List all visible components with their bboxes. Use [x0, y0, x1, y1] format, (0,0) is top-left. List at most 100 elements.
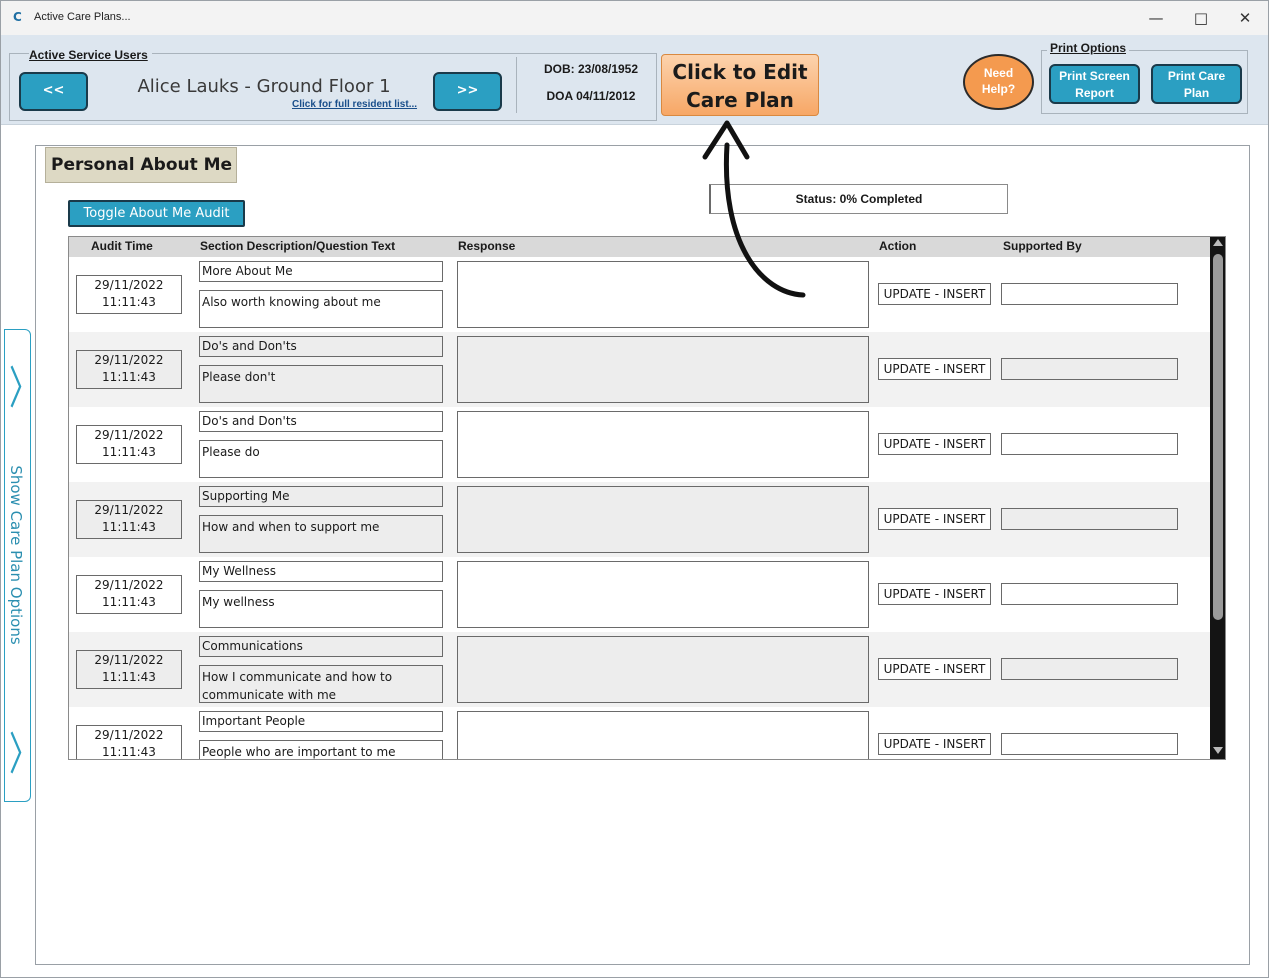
need-help-label-1: Need — [983, 66, 1014, 80]
audit-time-field: 29/11/2022 11:11:43 — [76, 650, 182, 689]
need-help-button[interactable]: Need Help? — [963, 54, 1034, 110]
grid-rows: 29/11/2022 11:11:43 More About Me Also wo… — [69, 257, 1210, 759]
edit-care-plan-button[interactable]: Click to Edit Care Plan — [661, 54, 819, 116]
audit-date: 29/11/2022 — [94, 653, 164, 667]
response-input[interactable] — [457, 711, 869, 759]
audit-date: 29/11/2022 — [94, 353, 164, 367]
col-response: Response — [458, 239, 516, 253]
action-field: UPDATE - INSERT — [878, 733, 991, 755]
section-description: Do's and Don'ts — [199, 336, 443, 357]
question-text: My wellness — [199, 590, 443, 628]
section-description: More About Me — [199, 261, 443, 282]
response-input[interactable] — [457, 636, 869, 703]
question-text: How and when to support me — [199, 515, 443, 553]
need-help-label-2: Help? — [981, 82, 1016, 96]
question-text: People who are important to me — [199, 740, 443, 759]
question-text: Please do — [199, 440, 443, 478]
audit-clock: 11:11:43 — [102, 670, 156, 684]
table-row: 29/11/2022 11:11:43 Important People Peop… — [69, 707, 1210, 759]
annotation-arrow-icon — [702, 120, 806, 298]
table-row: 29/11/2022 11:11:43 More About Me Also wo… — [69, 257, 1210, 332]
section-title: Personal About Me — [45, 147, 237, 183]
scroll-down-icon[interactable] — [1213, 747, 1223, 754]
action-field: UPDATE - INSERT — [878, 658, 991, 680]
date-of-birth: DOB: 23/08/1952 — [543, 62, 639, 76]
next-resident-button[interactable]: >> — [433, 72, 502, 111]
window-title: Active Care Plans... — [34, 11, 131, 23]
section-description: Communications — [199, 636, 443, 657]
audit-date: 29/11/2022 — [94, 728, 164, 742]
response-input[interactable] — [457, 486, 869, 553]
audit-clock: 11:11:43 — [102, 745, 156, 759]
audit-time-field: 29/11/2022 11:11:43 — [76, 725, 182, 759]
action-field: UPDATE - INSERT — [878, 508, 991, 530]
question-text: Also worth knowing about me — [199, 290, 443, 328]
print-screen-label-2: Report — [1075, 86, 1114, 100]
print-care-label-1: Print Care — [1167, 69, 1226, 83]
table-row: 29/11/2022 11:11:43 My Wellness My wellne… — [69, 557, 1210, 632]
print-care-plan-button[interactable]: Print Care Plan — [1151, 64, 1242, 104]
supported-by-input[interactable] — [1001, 358, 1178, 380]
resident-name: Alice Lauks - Ground Floor 1 — [137, 76, 391, 97]
supported-by-input[interactable] — [1001, 433, 1178, 455]
audit-time-field: 29/11/2022 11:11:43 — [76, 425, 182, 464]
full-resident-list-link[interactable]: Click for full resident list... — [292, 99, 417, 110]
toggle-audit-button[interactable]: Toggle About Me Audit — [68, 200, 245, 227]
print-options-label: Print Options — [1047, 41, 1129, 55]
audit-time-field: 29/11/2022 11:11:43 — [76, 575, 182, 614]
print-screen-label-1: Print Screen — [1059, 69, 1130, 83]
previous-resident-button[interactable]: << — [19, 72, 88, 111]
chevron-right-icon: 〉 — [9, 729, 39, 782]
table-row: 29/11/2022 11:11:43 Communications How I … — [69, 632, 1210, 707]
supported-by-input[interactable] — [1001, 733, 1178, 755]
action-field: UPDATE - INSERT — [878, 583, 991, 605]
audit-date: 29/11/2022 — [94, 428, 164, 442]
app-logo-icon: C — [13, 10, 22, 24]
supported-by-input[interactable] — [1001, 583, 1178, 605]
date-of-admission: DOA 04/11/2012 — [546, 89, 636, 103]
active-users-label: Active Service Users — [29, 48, 152, 62]
col-supported-by: Supported By — [1003, 239, 1082, 253]
question-text: How I communicate and how to communicate… — [199, 665, 443, 703]
scroll-thumb[interactable] — [1213, 254, 1223, 620]
section-description: My Wellness — [199, 561, 443, 582]
response-input[interactable] — [457, 336, 869, 403]
col-action: Action — [879, 239, 917, 253]
edit-care-plan-label-1: Click to Edit — [672, 60, 808, 84]
title-bar: C Active Care Plans... — □ ✕ — [1, 1, 1268, 35]
col-audit-time: Audit Time — [91, 239, 153, 253]
section-description: Do's and Don'ts — [199, 411, 443, 432]
supported-by-input[interactable] — [1001, 283, 1178, 305]
about-me-grid: Audit Time Section Description/Question … — [68, 236, 1226, 760]
vertical-scrollbar[interactable] — [1210, 237, 1225, 759]
response-input[interactable] — [457, 411, 869, 478]
col-section: Section Description/Question Text — [200, 239, 396, 253]
audit-date: 29/11/2022 — [94, 278, 164, 292]
audit-clock: 11:11:43 — [102, 595, 156, 609]
edit-care-plan-label-2: Care Plan — [686, 88, 794, 112]
minimize-button[interactable]: — — [1134, 5, 1178, 31]
care-plan-options-label: Show Care Plan Options — [7, 465, 25, 645]
print-care-label-2: Plan — [1183, 86, 1210, 100]
table-row: 29/11/2022 11:11:43 Do's and Don'ts Pleas… — [69, 332, 1210, 407]
close-button[interactable]: ✕ — [1223, 5, 1267, 31]
supported-by-input[interactable] — [1001, 508, 1178, 530]
grid-header: Audit Time Section Description/Question … — [69, 237, 1210, 257]
header-divider — [516, 57, 517, 113]
supported-by-input[interactable] — [1001, 658, 1178, 680]
section-description: Important People — [199, 711, 443, 732]
audit-clock: 11:11:43 — [102, 445, 156, 459]
scroll-up-icon[interactable] — [1213, 239, 1223, 246]
print-screen-report-button[interactable]: Print Screen Report — [1049, 64, 1140, 104]
audit-clock: 11:11:43 — [102, 295, 156, 309]
table-row: 29/11/2022 11:11:43 Do's and Don'ts Pleas… — [69, 407, 1210, 482]
question-text: Please don't — [199, 365, 443, 403]
maximize-button[interactable]: □ — [1179, 5, 1223, 31]
audit-time-field: 29/11/2022 11:11:43 — [76, 275, 182, 314]
audit-clock: 11:11:43 — [102, 520, 156, 534]
audit-time-field: 29/11/2022 11:11:43 — [76, 500, 182, 539]
response-input[interactable] — [457, 561, 869, 628]
table-row: 29/11/2022 11:11:43 Supporting Me How and… — [69, 482, 1210, 557]
action-field: UPDATE - INSERT — [878, 358, 991, 380]
care-plan-options-tab[interactable]: 〉 Show Care Plan Options 〉 — [4, 329, 39, 802]
